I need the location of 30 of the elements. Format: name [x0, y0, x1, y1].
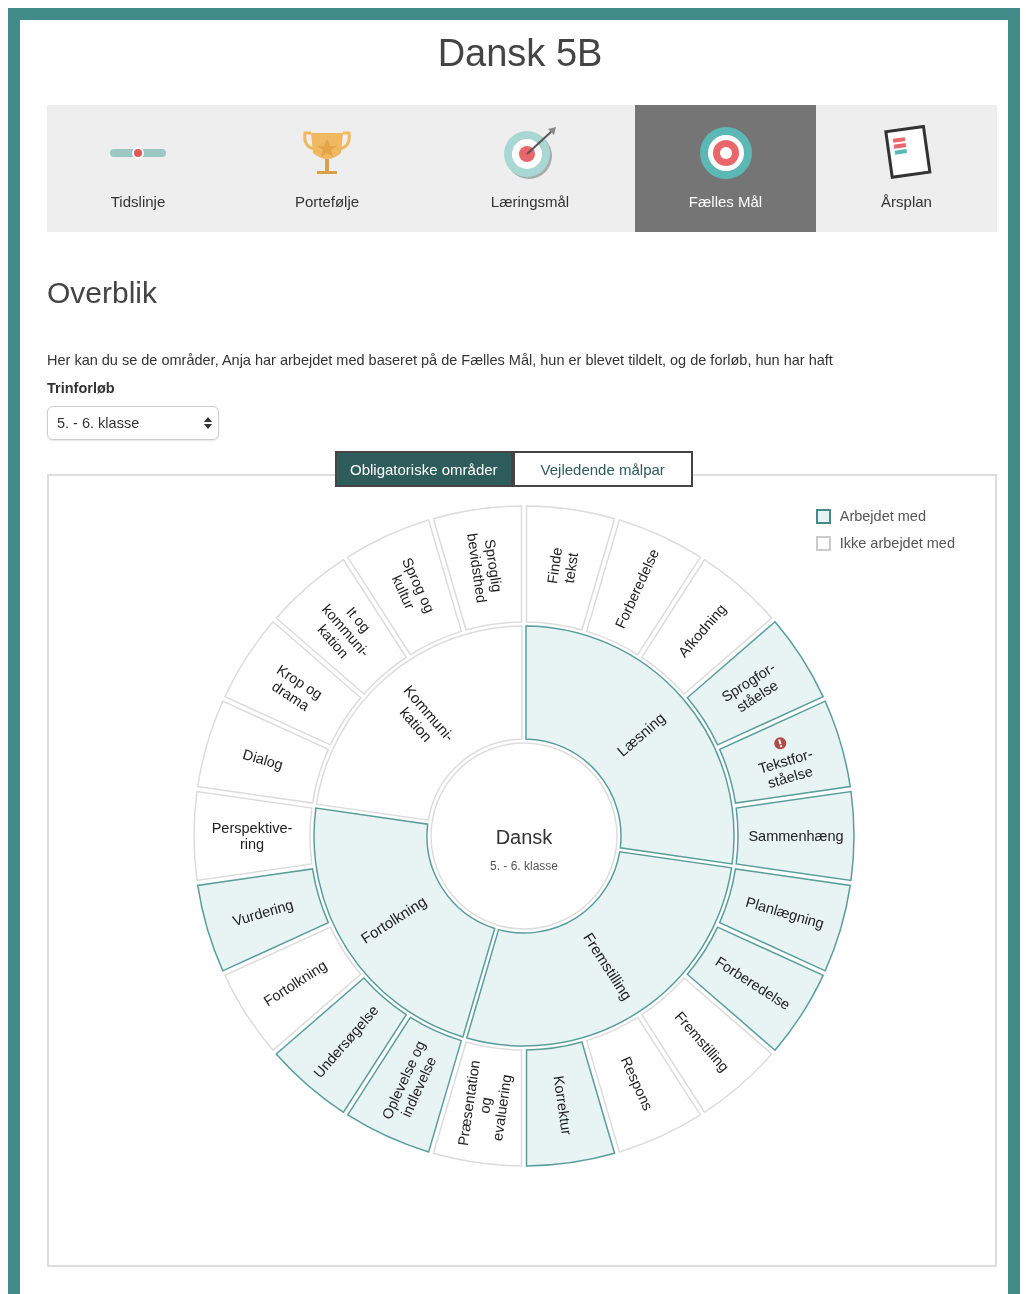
updown-arrows-icon — [204, 416, 212, 430]
center-subtitle: 5. - 6. klasse — [490, 859, 558, 873]
segment-label: Sammenhæng — [748, 828, 844, 845]
topic-segment[interactable] — [735, 790, 855, 882]
segment-label: Dialog — [241, 745, 285, 773]
nav-tab[interactable]: Årsplan — [816, 105, 997, 232]
timeline-icon — [110, 147, 166, 159]
field-label: Trinforløb — [47, 380, 116, 396]
legend-label: Ikke arbejdet med — [839, 535, 955, 551]
segment-label: Korrektur — [550, 1074, 575, 1136]
nav-tab[interactable]: Tidslinje — [47, 105, 229, 232]
page-title: Dansk 5B — [436, 31, 604, 76]
nav-tab[interactable]: Fælles Mål — [635, 105, 816, 232]
legend-label: Arbejdet med — [839, 508, 926, 524]
view-toggle[interactable]: Obligatoriske områder — [335, 451, 513, 487]
segment-label: Sproglig bevidsthed — [464, 532, 506, 604]
segment-label: Perspektive- ring — [211, 819, 293, 853]
nav-tab[interactable]: Læringsmål — [425, 105, 635, 232]
nav-tab[interactable]: Portefølje — [229, 105, 425, 232]
center-title: Dansk — [495, 826, 553, 848]
segment-label: Præsentation og evaluering — [454, 1059, 515, 1147]
segment-label: Finde tekst — [544, 546, 582, 585]
view-toggle[interactable]: Vejledende målpar — [512, 451, 693, 487]
description-text: Her kan du se de områder, Anja har arbejdet med baseret på de Fælles Mål, hun er blevet tildelt, og de forløb, hun har haft — [47, 352, 834, 368]
segment-label: Sprog og kultur — [388, 555, 439, 616]
segment-label: Tekstfor- ståelse — [756, 745, 815, 792]
segment-label: Vurdering — [230, 896, 296, 930]
grade-select[interactable]: 5. - 6. klasse — [47, 406, 219, 440]
section-heading: Overblik — [47, 276, 159, 310]
warning-icon — [774, 737, 787, 750]
